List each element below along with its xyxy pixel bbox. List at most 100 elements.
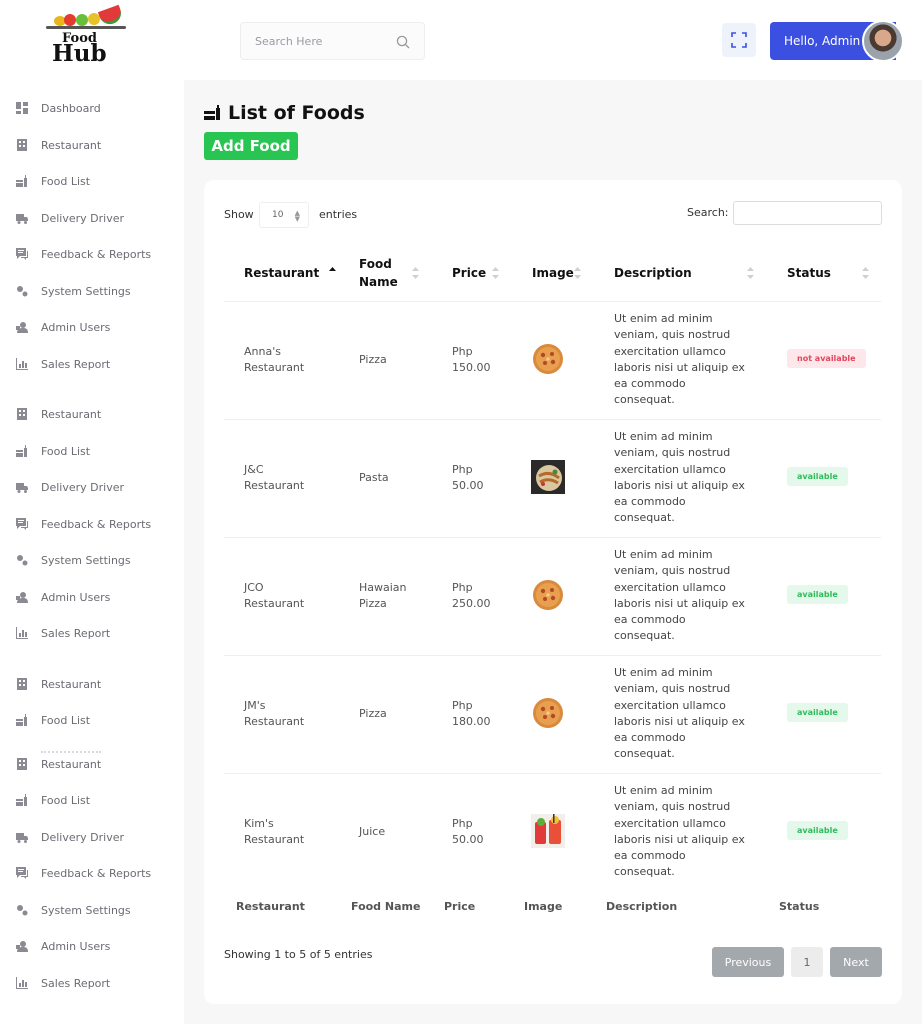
- sidebar-item-feedback-reports[interactable]: Feedback & Reports: [16, 863, 151, 883]
- sidebar-item-delivery-driver[interactable]: Delivery Driver: [16, 477, 124, 497]
- avatar[interactable]: [862, 20, 904, 62]
- sidebar-item-sales-report[interactable]: Sales Report: [16, 354, 110, 374]
- status-badge: available: [787, 821, 848, 840]
- food-hub-logo[interactable]: Food Hub: [44, 4, 128, 66]
- sort-asc-icon[interactable]: [328, 266, 337, 280]
- next-page-button[interactable]: Next: [830, 947, 882, 977]
- sidebar-item-label: Restaurant: [41, 757, 102, 771]
- table-row-price: Php 250.00: [452, 580, 491, 613]
- sidebar-item-feedback-reports[interactable]: Feedback & Reports: [16, 244, 151, 264]
- sidebar-item-feedback-reports[interactable]: Feedback & Reports: [16, 514, 151, 534]
- sidebar-item-label: Admin Users: [41, 939, 111, 953]
- sidebar-item-food-list[interactable]: Food List: [16, 790, 90, 810]
- pasta-image[interactable]: [531, 460, 565, 494]
- sidebar-item-delivery-driver[interactable]: Delivery Driver: [16, 208, 124, 228]
- table-row-price: Php 50.00: [452, 816, 484, 849]
- feedback-icon: [16, 867, 28, 879]
- sidebar-item-system-settings[interactable]: System Settings: [16, 281, 131, 301]
- sidebar-item-admin-users[interactable]: Admin Users: [16, 317, 110, 337]
- food-table-card: Show 10 ▲ ▼ entries Search: Restaurant Fo…: [204, 180, 902, 1004]
- search-input[interactable]: [255, 34, 385, 48]
- description-line: exercitation ullamco: [614, 580, 726, 594]
- description-line: consequat.: [614, 865, 675, 879]
- sidebar-item-admin-users[interactable]: Admin Users: [16, 587, 110, 607]
- feedback-icon: [16, 518, 28, 530]
- sidebar-item-label: Admin Users: [41, 320, 111, 334]
- description-line: exercitation ullamco: [614, 816, 726, 830]
- table-search-input[interactable]: [733, 201, 882, 225]
- search-icon[interactable]: [396, 35, 410, 49]
- header-food-name-line2[interactable]: Name: [359, 273, 398, 291]
- pizza-image[interactable]: [531, 696, 565, 730]
- truck-icon: [16, 831, 28, 843]
- sidebar-item-label: Food List: [41, 174, 91, 188]
- sidebar-item-label: Restaurant: [41, 677, 102, 691]
- restaurant-name-line: Restaurant: [244, 361, 305, 375]
- header-status[interactable]: Status: [787, 264, 831, 282]
- sidebar-item-label: Food List: [41, 793, 91, 807]
- table-row-food-name: Hawaian Pizza: [359, 580, 407, 613]
- sort-icon[interactable]: [491, 266, 500, 280]
- sidebar-item-sales-report[interactable]: Sales Report: [16, 623, 110, 643]
- footer-restaurant: Restaurant: [236, 900, 305, 913]
- description-line: exercitation ullamco: [614, 698, 726, 712]
- header-price[interactable]: Price: [452, 264, 486, 282]
- entries-select[interactable]: 10 ▲ ▼: [259, 202, 309, 228]
- status-badge: available: [787, 467, 848, 486]
- sidebar-item-restaurant[interactable]: Restaurant: [16, 404, 101, 424]
- building-icon: [16, 758, 28, 770]
- sidebar-item-label: Dashboard: [41, 101, 101, 115]
- add-food-button[interactable]: Add Food: [204, 132, 298, 160]
- price-currency: Php: [452, 463, 473, 476]
- table-divider: [224, 419, 881, 420]
- sidebar-item-food-list[interactable]: Food List: [16, 171, 90, 191]
- sidebar-item-label: Feedback & Reports: [41, 517, 152, 531]
- sort-icon[interactable]: [411, 266, 420, 280]
- sidebar-item-label: Food List: [41, 713, 91, 727]
- sidebar-item-sales-report[interactable]: Sales Report: [16, 973, 110, 993]
- price-currency: Php: [452, 345, 473, 358]
- header-image[interactable]: Image: [532, 264, 574, 282]
- sort-icon[interactable]: [746, 266, 755, 280]
- status-text: available: [797, 590, 838, 599]
- sidebar-item-system-settings[interactable]: System Settings: [16, 550, 131, 570]
- header-description[interactable]: Description: [614, 264, 692, 282]
- sidebar-item-restaurant[interactable]: Restaurant: [16, 754, 101, 774]
- pizza-image[interactable]: [531, 578, 565, 612]
- table-row-restaurant: Anna's Restaurant: [244, 344, 304, 377]
- header-restaurant[interactable]: Restaurant: [244, 264, 319, 282]
- table-row-description: Ut enim ad minim veniam, quis nostrud exer…: [614, 547, 754, 645]
- fullscreen-icon: [731, 32, 747, 48]
- sidebar-item-dashboard[interactable]: Dashboard: [16, 98, 101, 118]
- description-line: Ut enim ad minim: [614, 666, 713, 679]
- restaurant-name-line: Restaurant: [244, 479, 305, 493]
- previous-page-button[interactable]: Previous: [712, 947, 784, 977]
- juice-image[interactable]: [531, 814, 565, 848]
- description-line: consequat.: [614, 393, 675, 407]
- sidebar-item-admin-users[interactable]: Admin Users: [16, 936, 110, 956]
- sidebar-item-system-settings[interactable]: System Settings: [16, 900, 131, 920]
- page-1-button[interactable]: 1: [791, 947, 823, 977]
- sidebar-item-food-list[interactable]: Food List: [16, 441, 90, 461]
- pizza-image[interactable]: [531, 342, 565, 376]
- sidebar-item-delivery-driver[interactable]: Delivery Driver: [16, 827, 124, 847]
- status-text: available: [797, 708, 838, 717]
- building-icon: [16, 678, 28, 690]
- sidebar-item-restaurant[interactable]: Restaurant: [16, 674, 101, 694]
- description-line: laboris nisi ut aliquip ex: [614, 596, 745, 610]
- page-title-text: List of Foods: [228, 102, 365, 124]
- food-name-line: Pizza: [359, 353, 387, 366]
- description-line: ea commodo: [614, 731, 686, 745]
- sort-icon[interactable]: [861, 266, 870, 280]
- search-box[interactable]: [240, 22, 425, 60]
- header-food-name-line1[interactable]: Food: [359, 255, 392, 273]
- sidebar-item-food-list[interactable]: Food List: [16, 710, 90, 730]
- price-currency: Php: [452, 817, 473, 830]
- sidebar-item-restaurant[interactable]: Restaurant: [16, 135, 101, 155]
- table-row-food-name: Pizza: [359, 352, 387, 368]
- restaurant-name-line: Restaurant: [244, 715, 305, 729]
- sort-icon[interactable]: [573, 266, 582, 280]
- footer-image: Image: [524, 900, 563, 913]
- fullscreen-button[interactable]: [722, 23, 756, 57]
- restaurant-name-line: JCO: [244, 581, 264, 594]
